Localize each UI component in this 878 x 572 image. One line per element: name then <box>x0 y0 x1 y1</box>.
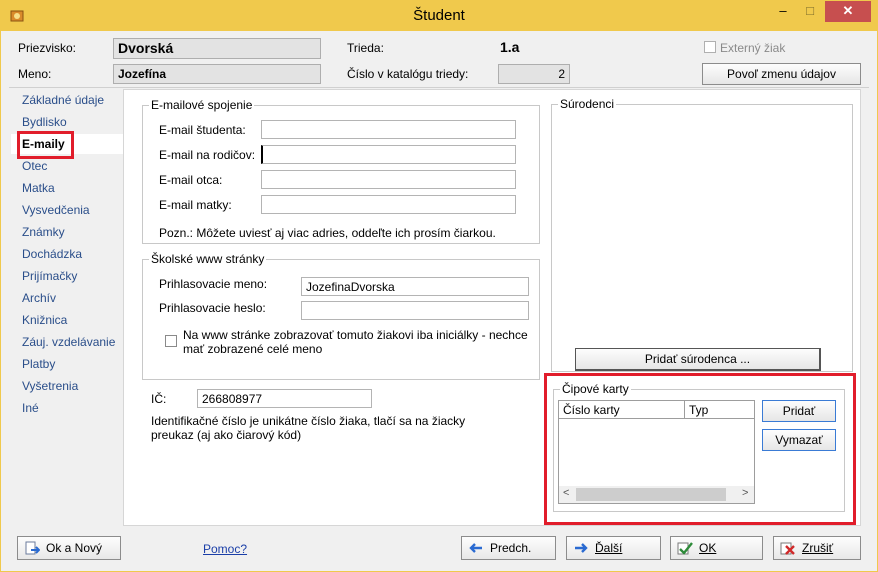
email-student-input[interactable] <box>261 120 516 139</box>
email-parents-input[interactable] <box>261 145 516 164</box>
prev-label: Predch. <box>490 541 532 555</box>
header-separator <box>9 87 869 88</box>
ok-new-icon <box>25 541 40 555</box>
student-window: Študent – □ ✕ Priezvisko: Dvorská Meno: … <box>0 0 878 572</box>
name-field[interactable]: Jozefína <box>113 64 321 84</box>
ic-desc-line1: Identifikačné číslo je unikátne číslo ži… <box>151 414 466 428</box>
ic-label: IČ: <box>151 392 167 406</box>
login-label: Prihlasovacie meno: <box>159 277 268 291</box>
prev-button[interactable]: Predch. <box>461 536 556 560</box>
allow-change-button[interactable]: Povoľ zmenu údajov <box>702 63 861 85</box>
siblings-group-legend: Súrodenci <box>560 97 615 111</box>
surname-field[interactable]: Dvorská <box>113 38 321 59</box>
ok-button[interactable]: OK <box>670 536 763 560</box>
class-value: 1.a <box>500 39 520 55</box>
nav-item-matka[interactable]: Matka <box>11 178 123 198</box>
cancel-button[interactable]: Zrušiť <box>773 536 861 560</box>
nav-item-dochadzka[interactable]: Dochádzka <box>11 244 123 264</box>
title-bar: Študent – □ ✕ <box>1 1 877 31</box>
password-label: Prihlasovacie heslo: <box>159 301 266 315</box>
nav-item-zauj-vzdelavanie[interactable]: Záuj. vzdelávanie <box>11 332 123 352</box>
chip-cards-legend: Čipové karty <box>562 382 629 396</box>
ok-new-button[interactable]: Ok a Nový <box>17 536 121 560</box>
add-sibling-button[interactable]: Pridať súrodenca ... <box>575 348 821 371</box>
nav-item-platby[interactable]: Platby <box>11 354 123 374</box>
chip-cards-hscrollbar[interactable]: < > <box>559 486 754 503</box>
class-label: Trieda: <box>347 41 384 55</box>
emaily-highlight-box <box>17 131 74 159</box>
initials-label-line1: Na www stránke zobrazovať tomuto žiakovi… <box>183 328 528 342</box>
col-header-card-number[interactable]: Číslo karty <box>559 401 685 419</box>
add-card-button[interactable]: Pridať <box>762 400 836 422</box>
email-parents-label: E-mail na rodičov: <box>159 148 256 162</box>
nav-item-prijimacky[interactable]: Prijímačky <box>11 266 123 286</box>
minimize-button[interactable]: – <box>770 1 796 22</box>
help-link[interactable]: Pomoc? <box>203 542 247 556</box>
window-title: Študent <box>413 7 465 24</box>
email-note: Pozn.: Môžete uviesť aj viac adries, odd… <box>159 226 496 240</box>
initials-checkbox[interactable] <box>165 335 177 347</box>
arrow-right-icon <box>575 543 588 553</box>
ok-new-label: Ok a Nový <box>46 541 103 555</box>
ok-label: OK <box>699 541 717 555</box>
email-father-input[interactable] <box>261 170 516 189</box>
chip-cards-table[interactable]: Číslo karty Typ < > <box>558 400 755 504</box>
maximize-button[interactable]: □ <box>797 1 823 22</box>
email-student-label: E-mail študenta: <box>159 123 246 137</box>
next-button[interactable]: Ďalší <box>566 536 661 560</box>
check-icon <box>677 542 693 555</box>
nav-item-kniznica[interactable]: Knižnica <box>11 310 123 330</box>
nav-item-znamky[interactable]: Známky <box>11 222 123 242</box>
external-checkbox[interactable] <box>704 41 716 53</box>
close-button[interactable]: ✕ <box>825 1 871 22</box>
external-label: Externý žiak <box>720 41 786 55</box>
arrow-left-icon <box>469 543 482 553</box>
email-father-label: E-mail otca: <box>159 173 223 187</box>
cancel-icon <box>780 542 795 555</box>
surname-label: Priezvisko: <box>18 41 77 55</box>
catalog-field[interactable]: 2 <box>498 64 570 84</box>
scroll-right-icon[interactable]: > <box>742 487 748 499</box>
nav-item-vysvedcenia[interactable]: Vysvedčenia <box>11 200 123 220</box>
login-input[interactable]: JozefinaDvorska <box>301 277 529 296</box>
email-mother-input[interactable] <box>261 195 516 214</box>
ic-input[interactable]: 266808977 <box>197 389 372 408</box>
scroll-left-icon[interactable]: < <box>563 487 569 499</box>
next-label: Ďalší <box>595 541 623 555</box>
email-group-legend: E-mailové spojenie <box>151 98 253 112</box>
nav-item-otec[interactable]: Otec <box>11 156 123 176</box>
cancel-label: Zrušiť <box>802 541 834 555</box>
delete-card-button[interactable]: Vymazať <box>762 429 836 451</box>
name-label: Meno: <box>18 67 52 81</box>
nav-item-archiv[interactable]: Archív <box>11 288 123 308</box>
nav-item-zakladne-udaje[interactable]: Základné údaje <box>11 90 123 110</box>
initials-label-line2: mať zobrazené celé meno <box>183 342 323 356</box>
email-mother-label: E-mail matky: <box>159 198 232 212</box>
catalog-label: Číslo v katalógu triedy: <box>347 67 469 81</box>
nav-item-vysetrenia[interactable]: Vyšetrenia <box>11 376 123 396</box>
ic-desc-line2: preukaz (aj ako čiarový kód) <box>151 428 302 442</box>
password-input[interactable] <box>301 301 529 320</box>
nav-item-bydlisko[interactable]: Bydlisko <box>11 112 123 132</box>
col-header-type[interactable]: Typ <box>685 401 754 419</box>
scroll-thumb[interactable] <box>576 488 726 501</box>
siblings-group: Súrodenci <box>551 97 853 372</box>
nav-item-ine[interactable]: Iné <box>11 398 123 418</box>
web-group-legend: Školské www stránky <box>151 252 265 266</box>
